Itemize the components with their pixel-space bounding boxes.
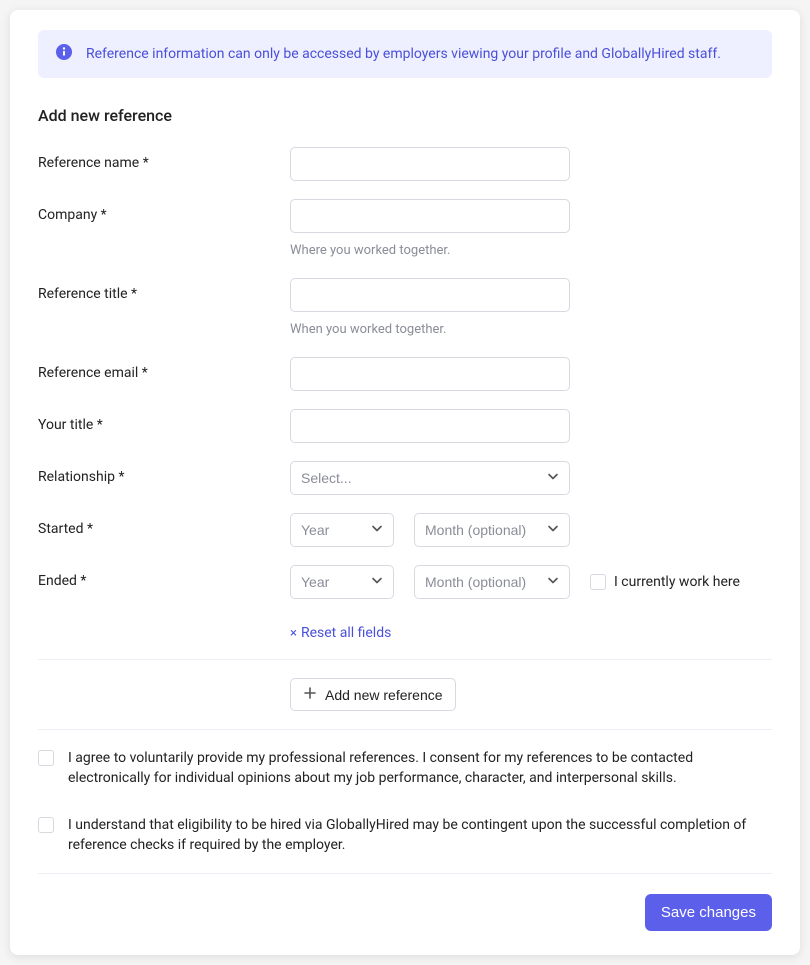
label-your-title: Your title * <box>38 409 290 433</box>
checkbox-currently-work[interactable] <box>590 574 606 590</box>
reset-label: Reset all fields <box>301 625 391 641</box>
input-your-title[interactable] <box>290 409 570 443</box>
label-currently-work: I currently work here <box>614 574 740 590</box>
label-relationship: Relationship * <box>38 461 290 485</box>
consent-text-2: I understand that eligibility to be hire… <box>68 815 772 856</box>
label-reference-email: Reference email * <box>38 357 290 381</box>
row-your-title: Your title * <box>38 409 772 443</box>
info-icon <box>56 44 72 64</box>
label-reference-title: Reference title * <box>38 278 290 302</box>
row-ended: Ended * Year Month (optional) I currentl… <box>38 565 772 599</box>
helper-company: Where you worked together. <box>290 243 772 258</box>
checkbox-consent-1[interactable] <box>38 750 54 766</box>
select-ended-year[interactable]: Year <box>290 565 394 599</box>
select-ended-month[interactable]: Month (optional) <box>414 565 570 599</box>
save-changes-button[interactable]: Save changes <box>645 894 772 931</box>
row-reference-email: Reference email * <box>38 357 772 391</box>
select-relationship[interactable]: Select... <box>290 461 570 495</box>
footer: Save changes <box>38 874 772 931</box>
consent-row-1: I agree to voluntarily provide my profes… <box>38 730 772 797</box>
reset-all-fields-link[interactable]: × Reset all fields <box>290 625 391 641</box>
section-title: Add new reference <box>38 106 772 125</box>
label-reference-name: Reference name * <box>38 147 290 171</box>
add-button-label: Add new reference <box>325 687 443 703</box>
row-reference-name: Reference name * <box>38 147 772 181</box>
label-ended: Ended * <box>38 565 290 589</box>
consent-text-1: I agree to voluntarily provide my profes… <box>68 748 772 789</box>
consent-row-2: I understand that eligibility to be hire… <box>38 797 772 864</box>
row-company: Company * <box>38 199 772 233</box>
row-reference-title: Reference title * <box>38 278 772 312</box>
input-reference-email[interactable] <box>290 357 570 391</box>
select-started-month[interactable]: Month (optional) <box>414 513 570 547</box>
row-relationship: Relationship * Select... <box>38 461 772 495</box>
info-banner-text: Reference information can only be access… <box>86 46 721 62</box>
add-new-reference-button[interactable]: Add new reference <box>290 678 456 711</box>
input-reference-title[interactable] <box>290 278 570 312</box>
label-started: Started * <box>38 513 290 537</box>
input-reference-name[interactable] <box>290 147 570 181</box>
input-company[interactable] <box>290 199 570 233</box>
close-icon: × <box>290 626 297 641</box>
add-reference-card: Reference information can only be access… <box>10 10 800 955</box>
info-banner: Reference information can only be access… <box>38 30 772 78</box>
select-started-year[interactable]: Year <box>290 513 394 547</box>
label-company: Company * <box>38 199 290 223</box>
currently-work-wrap: I currently work here <box>590 574 740 590</box>
row-started: Started * Year Month (optional) <box>38 513 772 547</box>
plus-icon <box>303 686 317 703</box>
helper-reference-title: When you worked together. <box>290 322 772 337</box>
checkbox-consent-2[interactable] <box>38 817 54 833</box>
